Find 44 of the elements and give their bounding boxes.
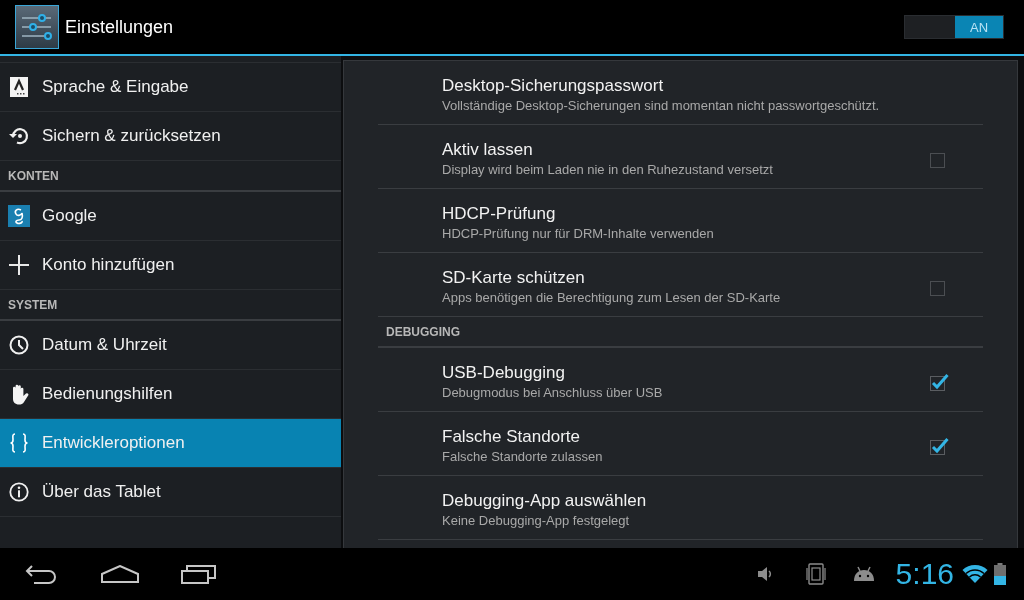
braces-icon	[9, 433, 29, 453]
battery-icon	[994, 563, 1006, 585]
back-arrow-icon	[24, 564, 58, 584]
setting-summary: Keine Debugging-App festgelegt	[442, 512, 631, 529]
sidebar-item[interactable]: Sprache & Eingabe	[0, 63, 341, 112]
screen-title: Einstellungen	[65, 16, 174, 38]
wifi-icon	[962, 564, 988, 584]
setting-title[interactable]: Aktiv lassen	[442, 139, 929, 160]
robot-head-icon	[851, 566, 876, 582]
clock-icon	[9, 335, 29, 355]
setting-summary: Falsche Standorte zulassen	[442, 448, 604, 465]
sidebar-item[interactable]: Über das Tablet	[0, 468, 341, 517]
setting-summary: Vollständige Desktop-Sicherungen sind momentan nicht passwortgeschützt.	[442, 97, 881, 114]
setting-summary: Apps benötigen die Berechtigung zum Lesen der SD-Karte	[442, 289, 782, 306]
clock: 5:16	[895, 559, 954, 589]
sidebar-item[interactable]: Sichern & zurücksetzen	[0, 112, 341, 161]
section-header: SYSTEM	[0, 290, 341, 321]
setting-title[interactable]: USB-Debugging	[442, 362, 929, 383]
setting-title[interactable]: Desktop-Sicherungspasswort	[442, 75, 949, 96]
account-tile-icon	[8, 205, 30, 227]
sidebar-item[interactable]: Entwickleroptionen	[0, 419, 341, 468]
setting-title[interactable]: SD-Karte schützen	[442, 267, 929, 288]
sidebar-item[interactable]: Konto hinzufügen	[0, 241, 341, 290]
home-icon	[101, 565, 139, 583]
setting-summary: HDCP-Prüfung nur für DRM-Inhalte verwenden	[442, 225, 715, 242]
setting-summary: Display wird beim Laden nie in den Ruhezustand versetzt	[442, 161, 774, 178]
sliders-tile-icon	[15, 5, 59, 49]
recent-apps-icon	[181, 564, 217, 584]
checkbox[interactable]	[929, 435, 949, 456]
sidebar-item[interactable]: Google	[0, 192, 341, 241]
circular-arrow-icon	[8, 126, 30, 146]
checkbox[interactable]	[929, 371, 949, 392]
sidebar-item[interactable]: Datum & Uhrzeit	[0, 321, 341, 370]
phone-frame-icon	[804, 563, 827, 585]
plus-icon	[8, 254, 30, 276]
setting-title[interactable]: HDCP-Prüfung	[442, 203, 949, 224]
setting-title[interactable]: Falsche Standorte	[442, 426, 929, 447]
text-tile-icon	[10, 77, 28, 97]
speaker-icon	[756, 566, 773, 582]
setting-title[interactable]: Debugging-App auswählen	[442, 490, 949, 511]
section-header: KONTEN	[0, 161, 341, 192]
info-icon	[9, 482, 29, 502]
section-header: DEBUGGING	[378, 317, 983, 348]
setting-summary: Debugmodus bei Anschluss über USB	[442, 384, 664, 401]
